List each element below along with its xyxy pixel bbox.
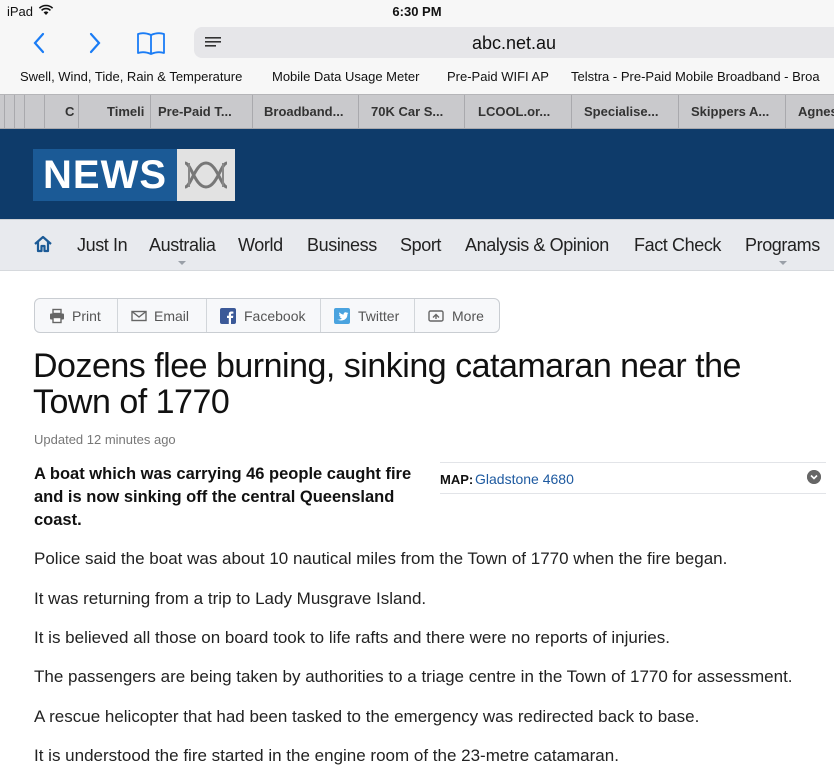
article-paragraph: The passengers are being taken by author… xyxy=(34,667,793,686)
tab-stack-edge[interactable] xyxy=(24,95,44,128)
abc-news-logo[interactable]: NEWS xyxy=(33,149,235,201)
bookmarks-book-icon[interactable] xyxy=(136,28,166,58)
email-button[interactable]: Email xyxy=(118,299,207,332)
browser-tab[interactable]: 70K Car S... xyxy=(358,95,464,128)
article-paragraph: It was returning from a trip to Lady Mus… xyxy=(34,589,427,608)
nav-fact-check[interactable]: Fact Check xyxy=(634,235,721,256)
email-label: Email xyxy=(154,308,190,324)
updated-timestamp: Updated 12 minutes ago xyxy=(34,432,176,447)
tab-stack-edge[interactable] xyxy=(4,95,10,128)
twitter-label: Twitter xyxy=(358,308,400,324)
url-text[interactable]: abc.net.au xyxy=(194,33,834,54)
nav-world[interactable]: World xyxy=(238,235,283,256)
browser-tab[interactable]: Timeli xyxy=(78,95,150,128)
article-paragraph: It is believed all those on board took t… xyxy=(34,628,670,647)
logo-text: NEWS xyxy=(33,149,177,201)
favorite-link[interactable]: Mobile Data Usage Meter xyxy=(272,69,419,84)
nav-analysis-opinion[interactable]: Analysis & Opinion xyxy=(465,235,609,256)
abc-lissajous-logo-icon xyxy=(177,149,235,201)
article-headline: Dozens flee burning, sinking catamaran n… xyxy=(33,347,741,421)
twitter-button[interactable]: Twitter xyxy=(321,299,415,332)
print-label: Print xyxy=(72,308,101,324)
facebook-button[interactable]: Facebook xyxy=(207,299,321,332)
map-location-link[interactable]: Gladstone 4680 xyxy=(475,471,574,487)
article-lead: A boat which was carrying 46 people caug… xyxy=(34,465,412,529)
chevron-down-icon xyxy=(178,261,186,265)
tab-stack-edge[interactable] xyxy=(14,95,20,128)
facebook-icon xyxy=(220,308,236,324)
nav-programs[interactable]: Programs xyxy=(745,235,820,256)
facebook-label: Facebook xyxy=(244,308,306,324)
browser-tab[interactable]: C xyxy=(44,95,78,128)
article-paragraph: It is understood the fire started in the… xyxy=(34,746,619,765)
twitter-icon xyxy=(334,308,350,324)
section-nav: Just In Australia World Business Sport A… xyxy=(0,219,834,271)
chevron-down-icon xyxy=(779,261,787,265)
site-header: NEWS xyxy=(0,129,834,219)
share-more-icon xyxy=(428,310,444,322)
expand-chevron-icon[interactable] xyxy=(807,470,821,484)
browser-toolbar: abc.net.au xyxy=(0,24,834,62)
more-share-button[interactable]: More xyxy=(415,299,499,332)
home-icon[interactable] xyxy=(33,234,53,254)
print-button[interactable]: Print xyxy=(35,299,118,332)
printer-icon xyxy=(50,308,64,324)
browser-tab[interactable]: Broadband... xyxy=(252,95,358,128)
forward-arrow-icon[interactable] xyxy=(80,28,110,58)
address-bar[interactable]: abc.net.au xyxy=(194,27,834,58)
envelope-icon xyxy=(131,310,147,322)
nav-sport[interactable]: Sport xyxy=(400,235,441,256)
favorites-bar: Swell, Wind, Tide, Rain & Temperature Mo… xyxy=(0,62,834,94)
tab-bar: C Timeli Pre-Paid T... Broadband... 70K … xyxy=(0,94,834,129)
map-label: MAP: xyxy=(440,472,474,487)
browser-tab[interactable]: Pre-Paid T... xyxy=(150,95,252,128)
favorite-link[interactable]: Telstra - Pre-Paid Mobile Broadband - Br… xyxy=(571,69,820,84)
browser-tab[interactable]: Skippers A... xyxy=(678,95,785,128)
nav-just-in[interactable]: Just In xyxy=(77,235,128,256)
status-time: 6:30 PM xyxy=(392,4,442,19)
status-bar: iPad 6:30 PM xyxy=(0,0,834,24)
nav-business[interactable]: Business xyxy=(307,235,377,256)
article-paragraph: A rescue helicopter that had been tasked… xyxy=(34,707,700,726)
browser-tab[interactable]: LCOOL.or... xyxy=(464,95,571,128)
share-bar: Print Email Facebook Twitter More xyxy=(34,298,500,333)
back-arrow-icon[interactable] xyxy=(24,28,54,58)
browser-tab[interactable]: Agnes xyxy=(785,95,834,128)
nav-australia[interactable]: Australia xyxy=(149,235,216,256)
article-paragraph: Police said the boat was about 10 nautic… xyxy=(34,549,728,568)
more-label: More xyxy=(452,308,484,324)
favorite-link[interactable]: Pre-Paid WIFI AP xyxy=(447,69,549,84)
browser-tab[interactable]: Specialise... xyxy=(571,95,678,128)
map-panel: MAP: Gladstone 4680 xyxy=(440,462,826,494)
favorite-link[interactable]: Swell, Wind, Tide, Rain & Temperature xyxy=(20,69,242,84)
